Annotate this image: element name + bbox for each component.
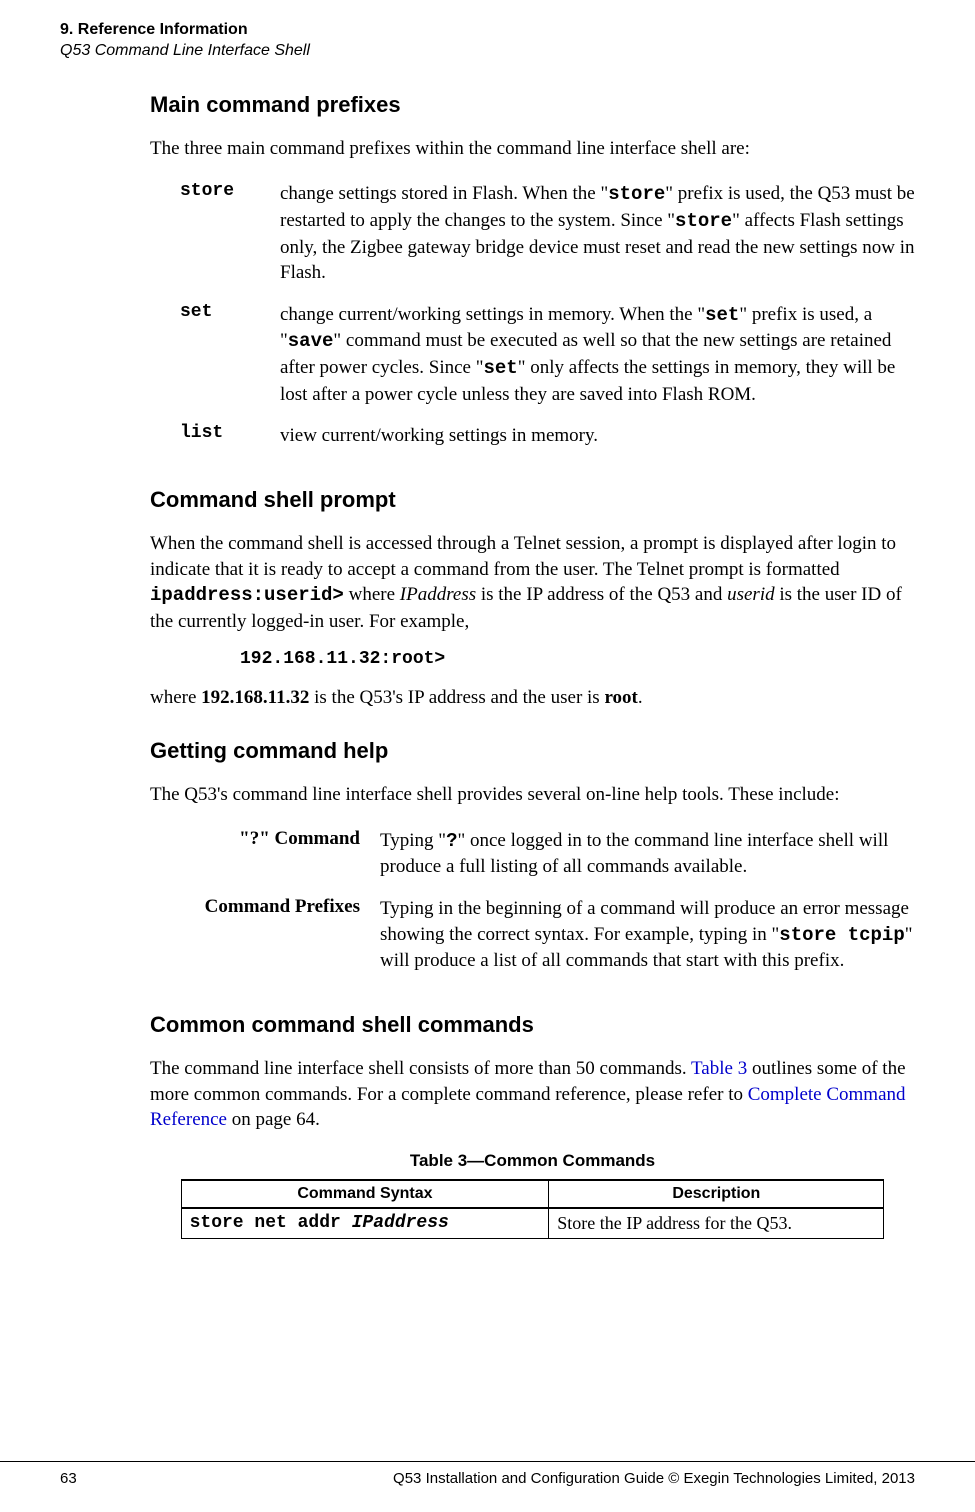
heading-common-commands: Common command shell commands	[150, 1012, 915, 1038]
table-row: store net addr IPaddress Store the IP ad…	[181, 1208, 884, 1239]
paragraph: The command line interface shell consist…	[150, 1056, 915, 1133]
table-cell-desc: Store the IP address for the Q53.	[549, 1208, 884, 1239]
code-inline: save	[288, 330, 334, 352]
code-inline: ?	[446, 830, 457, 852]
help-desc: Typing "?" once logged in to the command…	[370, 822, 915, 890]
help-row-question: "?" Command Typing "?" once logged in to…	[150, 822, 915, 890]
text: " once logged in to the command line int…	[380, 830, 888, 878]
chapter-subtitle: Q53 Command Line Interface Shell	[60, 41, 915, 62]
help-desc: Typing in the beginning of a command wil…	[370, 890, 915, 984]
definition-list-help: "?" Command Typing "?" once logged in to…	[150, 822, 915, 984]
text: When the command shell is accessed throu…	[150, 533, 896, 580]
text: change current/working settings in memor…	[280, 304, 705, 325]
heading-shell-prompt: Command shell prompt	[150, 487, 915, 513]
table-header-row: Command Syntax Description	[181, 1180, 884, 1208]
help-term: "?" Command	[150, 822, 370, 890]
text: on page 64.	[227, 1109, 320, 1130]
common-commands-table: Command Syntax Description store net add…	[181, 1179, 885, 1239]
text: where	[344, 584, 400, 605]
content-area: Main command prefixes The three main com…	[150, 92, 915, 1239]
text: .	[638, 687, 643, 708]
definition-list-prefixes: store change settings stored in Flash. W…	[150, 175, 915, 459]
text: change settings stored in Flash. When th…	[280, 183, 608, 204]
def-term: store	[150, 175, 280, 296]
prompt-example: 192.168.11.32:root>	[240, 649, 915, 669]
table-header-desc: Description	[549, 1180, 884, 1208]
paragraph: When the command shell is accessed throu…	[150, 531, 915, 635]
page: 9. Reference Information Q53 Command Lin…	[0, 0, 975, 1512]
code-inline: store	[675, 210, 732, 232]
paragraph: The three main command prefixes within t…	[150, 136, 915, 162]
help-term: Command Prefixes	[150, 890, 370, 984]
text: where	[150, 687, 201, 708]
cmd-param: IPaddress	[352, 1213, 449, 1233]
def-row-store: store change settings stored in Flash. W…	[150, 175, 915, 296]
cross-ref-link[interactable]: Table 3	[691, 1058, 747, 1079]
running-header: 9. Reference Information Q53 Command Lin…	[60, 20, 915, 62]
def-desc: change settings stored in Flash. When th…	[280, 175, 915, 296]
table-cell-syntax: store net addr IPaddress	[181, 1208, 549, 1239]
bold-text: 192.168.11.32	[201, 687, 309, 708]
page-footer: 63 Q53 Installation and Configuration Gu…	[0, 1461, 975, 1487]
paragraph: where 192.168.11.32 is the Q53's IP addr…	[150, 685, 915, 711]
def-term: set	[150, 296, 280, 418]
bold-text: root	[604, 687, 637, 708]
code-inline: set	[705, 304, 739, 326]
code-inline: store tcpip	[779, 924, 904, 946]
footer-text: Q53 Installation and Configuration Guide…	[393, 1470, 915, 1487]
chapter-title: 9. Reference Information	[60, 20, 915, 41]
italic-text: IPaddress	[400, 584, 476, 605]
paragraph: The Q53's command line interface shell p…	[150, 782, 915, 808]
text: The command line interface shell consist…	[150, 1058, 691, 1079]
text: is the IP address of the Q53 and	[476, 584, 727, 605]
help-row-prefixes: Command Prefixes Typing in the beginning…	[150, 890, 915, 984]
def-row-set: set change current/working settings in m…	[150, 296, 915, 418]
text: Typing "	[380, 830, 446, 851]
heading-getting-help: Getting command help	[150, 738, 915, 764]
italic-text: userid	[727, 584, 775, 605]
code-inline: ipaddress:userid>	[150, 584, 344, 606]
def-desc: change current/working settings in memor…	[280, 296, 915, 418]
def-desc: view current/working settings in memory.	[280, 417, 915, 459]
text: is the Q53's IP address and the user is	[309, 687, 604, 708]
heading-main-prefixes: Main command prefixes	[150, 92, 915, 118]
table-caption: Table 3—Common Commands	[150, 1151, 915, 1171]
def-row-list: list view current/working settings in me…	[150, 417, 915, 459]
code-inline: store	[608, 183, 665, 205]
page-number: 63	[60, 1470, 77, 1487]
code-inline: set	[483, 357, 517, 379]
table-header-syntax: Command Syntax	[181, 1180, 549, 1208]
def-term: list	[150, 417, 280, 459]
cmd-text: store net addr	[190, 1213, 352, 1233]
